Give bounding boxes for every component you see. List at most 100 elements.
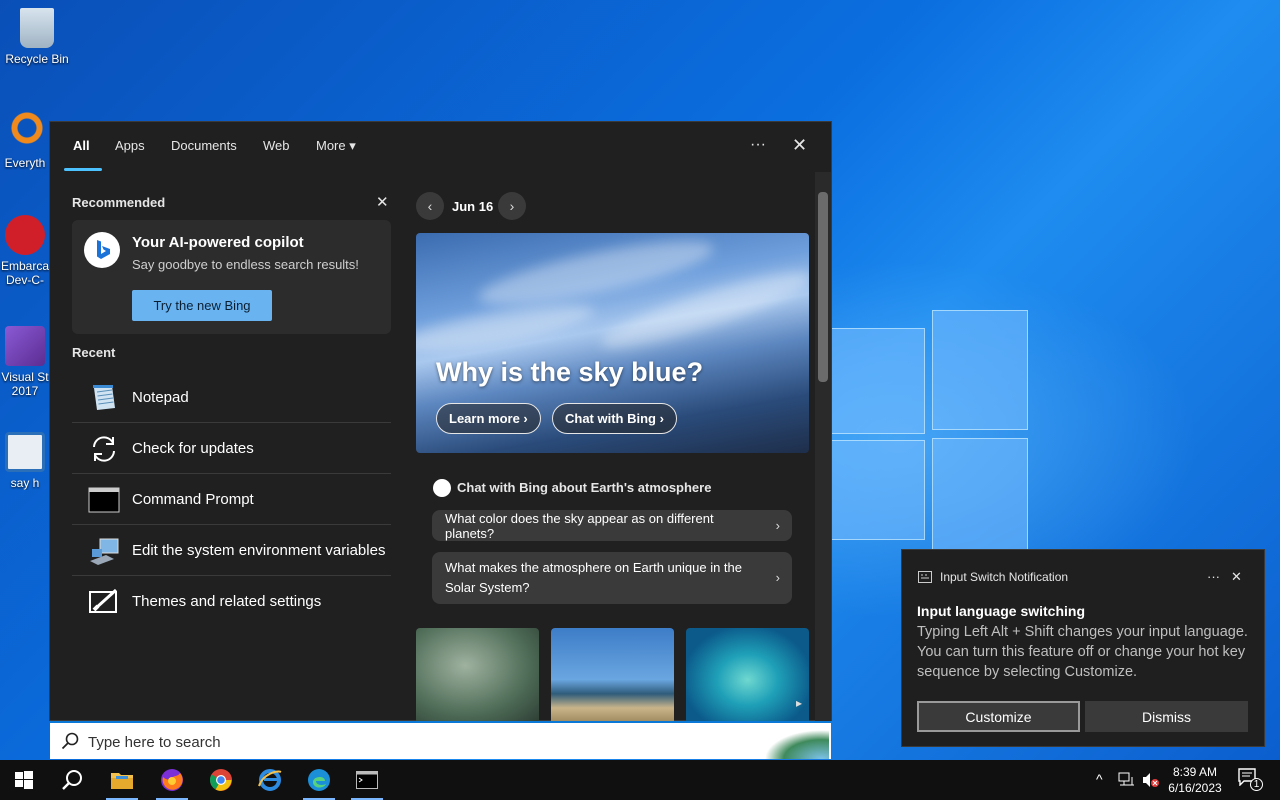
search-tabs: All Apps Documents Web More ▾ ··· ✕ bbox=[50, 122, 831, 172]
image-carousel: ▸ bbox=[416, 628, 809, 722]
previous-day-button[interactable]: ‹ bbox=[416, 192, 444, 220]
search-panel: All Apps Documents Web More ▾ ··· ✕ Reco… bbox=[49, 121, 832, 722]
more-options-icon[interactable]: ··· bbox=[750, 136, 766, 154]
visual-studio-icon bbox=[5, 326, 45, 366]
clock-time: 8:39 AM bbox=[1172, 765, 1218, 779]
taskbar-edge[interactable] bbox=[295, 760, 343, 800]
recent-list: Notepad Check for updates Command Prompt… bbox=[72, 372, 391, 627]
close-icon[interactable]: ✕ bbox=[792, 136, 807, 154]
recent-item-check-for-updates[interactable]: Check for updates bbox=[72, 423, 391, 474]
thumbnail-beach[interactable] bbox=[551, 628, 674, 722]
desktop-icon-say-hello[interactable]: say h bbox=[0, 432, 50, 490]
recent-item-label: Themes and related settings bbox=[132, 593, 322, 610]
try-new-bing-button[interactable]: Try the new Bing bbox=[132, 290, 272, 321]
question-text: What color does the sky appear as on dif… bbox=[445, 510, 714, 541]
notification-title: Input language switching bbox=[917, 603, 1085, 619]
tab-web[interactable]: Web bbox=[263, 138, 290, 153]
search-input[interactable] bbox=[88, 730, 688, 754]
themes-icon bbox=[89, 588, 118, 613]
question-chip-planets[interactable]: What color does the sky appear as on dif… bbox=[432, 510, 792, 541]
taskbar-chrome[interactable] bbox=[197, 760, 245, 800]
desktop-icon-label: Everyth bbox=[4, 156, 46, 170]
notepad-icon bbox=[93, 385, 115, 410]
thumbnail-wave[interactable] bbox=[416, 628, 539, 722]
desktop-icon-label: Visual St 2017 bbox=[1, 370, 49, 398]
copilot-card-title: Your AI-powered copilot bbox=[132, 234, 304, 251]
notification-close-icon[interactable]: ✕ bbox=[1231, 568, 1242, 586]
scrollbar[interactable] bbox=[815, 172, 831, 722]
recent-item-command-prompt[interactable]: Command Prompt bbox=[72, 474, 391, 525]
taskbar: ^ 8:39 AM 6/16/2023 1 bbox=[0, 760, 1280, 800]
learn-more-button[interactable]: Learn more › bbox=[436, 403, 541, 434]
cmd-icon bbox=[356, 771, 378, 789]
taskbar-internet-explorer[interactable] bbox=[246, 760, 294, 800]
start-button[interactable] bbox=[0, 760, 48, 800]
notification-toast: Input Switch Notification ··· ✕ Input la… bbox=[901, 549, 1265, 747]
network-icon[interactable] bbox=[1118, 772, 1136, 788]
chevron-right-icon: › bbox=[775, 518, 780, 533]
recent-item-system-env-vars[interactable]: Edit the system environment variables bbox=[72, 525, 391, 576]
chat-heading: Chat with Bing about Earth's atmosphere bbox=[457, 480, 712, 495]
active-tab-indicator bbox=[64, 168, 102, 171]
bing-logo-icon bbox=[84, 232, 120, 268]
recent-item-notepad[interactable]: Notepad bbox=[72, 372, 391, 423]
recent-item-label: Edit the system environment variables bbox=[132, 542, 386, 559]
close-recommended-icon[interactable]: ✕ bbox=[376, 194, 389, 212]
next-day-button[interactable]: › bbox=[498, 192, 526, 220]
dismiss-button[interactable]: Dismiss bbox=[1085, 701, 1248, 732]
hero-card[interactable]: Why is the sky blue? Learn more › Chat w… bbox=[416, 233, 809, 453]
notification-count-badge: 1 bbox=[1250, 778, 1263, 791]
taskbar-search-box[interactable] bbox=[50, 721, 831, 759]
devcpp-icon bbox=[5, 215, 45, 255]
taskbar-file-explorer[interactable] bbox=[98, 760, 146, 800]
recent-item-label: Notepad bbox=[132, 389, 189, 406]
copilot-card-subtitle: Say goodbye to endless search results! bbox=[132, 257, 359, 272]
tab-all[interactable]: All bbox=[73, 138, 90, 153]
desktop-icon-label: say h bbox=[10, 476, 40, 490]
internet-explorer-icon bbox=[258, 769, 282, 791]
tab-documents[interactable]: Documents bbox=[171, 138, 237, 153]
recent-heading: Recent bbox=[72, 345, 116, 360]
taskbar-search-button[interactable] bbox=[48, 760, 96, 800]
hero-title: Why is the sky blue? bbox=[436, 357, 704, 387]
scrollbar-thumb[interactable] bbox=[818, 192, 828, 382]
desktop-icon-devcpp[interactable]: Embarca Dev-C- bbox=[0, 215, 50, 287]
notification-app-name: Input Switch Notification bbox=[940, 570, 1069, 584]
desktop-icon-recycle-bin[interactable]: Recycle Bin bbox=[0, 8, 74, 66]
refresh-icon bbox=[93, 436, 115, 462]
carousel-next-icon[interactable]: ▸ bbox=[796, 696, 802, 710]
firefox-icon bbox=[161, 769, 183, 791]
copilot-card: Your AI-powered copilot Say goodbye to e… bbox=[72, 220, 391, 334]
notification-options-icon[interactable]: ··· bbox=[1207, 568, 1220, 586]
monitor-icon bbox=[5, 432, 45, 472]
chat-with-bing-button[interactable]: Chat with Bing › bbox=[552, 403, 677, 434]
question-chip-atmosphere[interactable]: What makes the atmosphere on Earth uniqu… bbox=[432, 552, 792, 604]
question-text: What makes the atmosphere on Earth uniqu… bbox=[445, 560, 743, 595]
tab-more[interactable]: More ▾ bbox=[316, 138, 356, 154]
windows-start-icon bbox=[15, 771, 33, 789]
system-clock[interactable]: 8:39 AM 6/16/2023 bbox=[1160, 764, 1230, 796]
desktop-icon-label: Recycle Bin bbox=[5, 52, 69, 66]
folder-icon bbox=[111, 773, 133, 789]
chevron-down-icon: ▾ bbox=[349, 138, 356, 153]
keyboard-icon bbox=[918, 571, 932, 583]
taskbar-firefox[interactable] bbox=[148, 760, 196, 800]
recommended-heading: Recommended bbox=[72, 195, 166, 210]
recent-item-themes[interactable]: Themes and related settings bbox=[72, 576, 391, 627]
taskbar-command-prompt[interactable] bbox=[343, 760, 391, 800]
desktop-icon-everything[interactable]: Everyth bbox=[0, 112, 50, 170]
thumbnail-reef[interactable] bbox=[686, 628, 809, 722]
volume-muted-icon[interactable] bbox=[1142, 772, 1160, 788]
action-center-button[interactable]: 1 bbox=[1238, 768, 1264, 792]
clock-date: 6/16/2023 bbox=[1168, 781, 1222, 795]
notification-body: Typing Left Alt + Shift changes your inp… bbox=[917, 624, 1248, 680]
tray-overflow-chevron-icon[interactable]: ^ bbox=[1096, 771, 1103, 800]
cmd-icon bbox=[88, 487, 120, 513]
tab-apps[interactable]: Apps bbox=[115, 138, 145, 153]
desktop-icon-visual-studio[interactable]: Visual St 2017 bbox=[0, 326, 50, 398]
customize-button[interactable]: Customize bbox=[917, 701, 1080, 732]
recent-item-label: Check for updates bbox=[132, 440, 254, 457]
chevron-right-icon: › bbox=[775, 570, 780, 585]
system-icon bbox=[90, 538, 119, 565]
chrome-icon bbox=[210, 769, 232, 791]
